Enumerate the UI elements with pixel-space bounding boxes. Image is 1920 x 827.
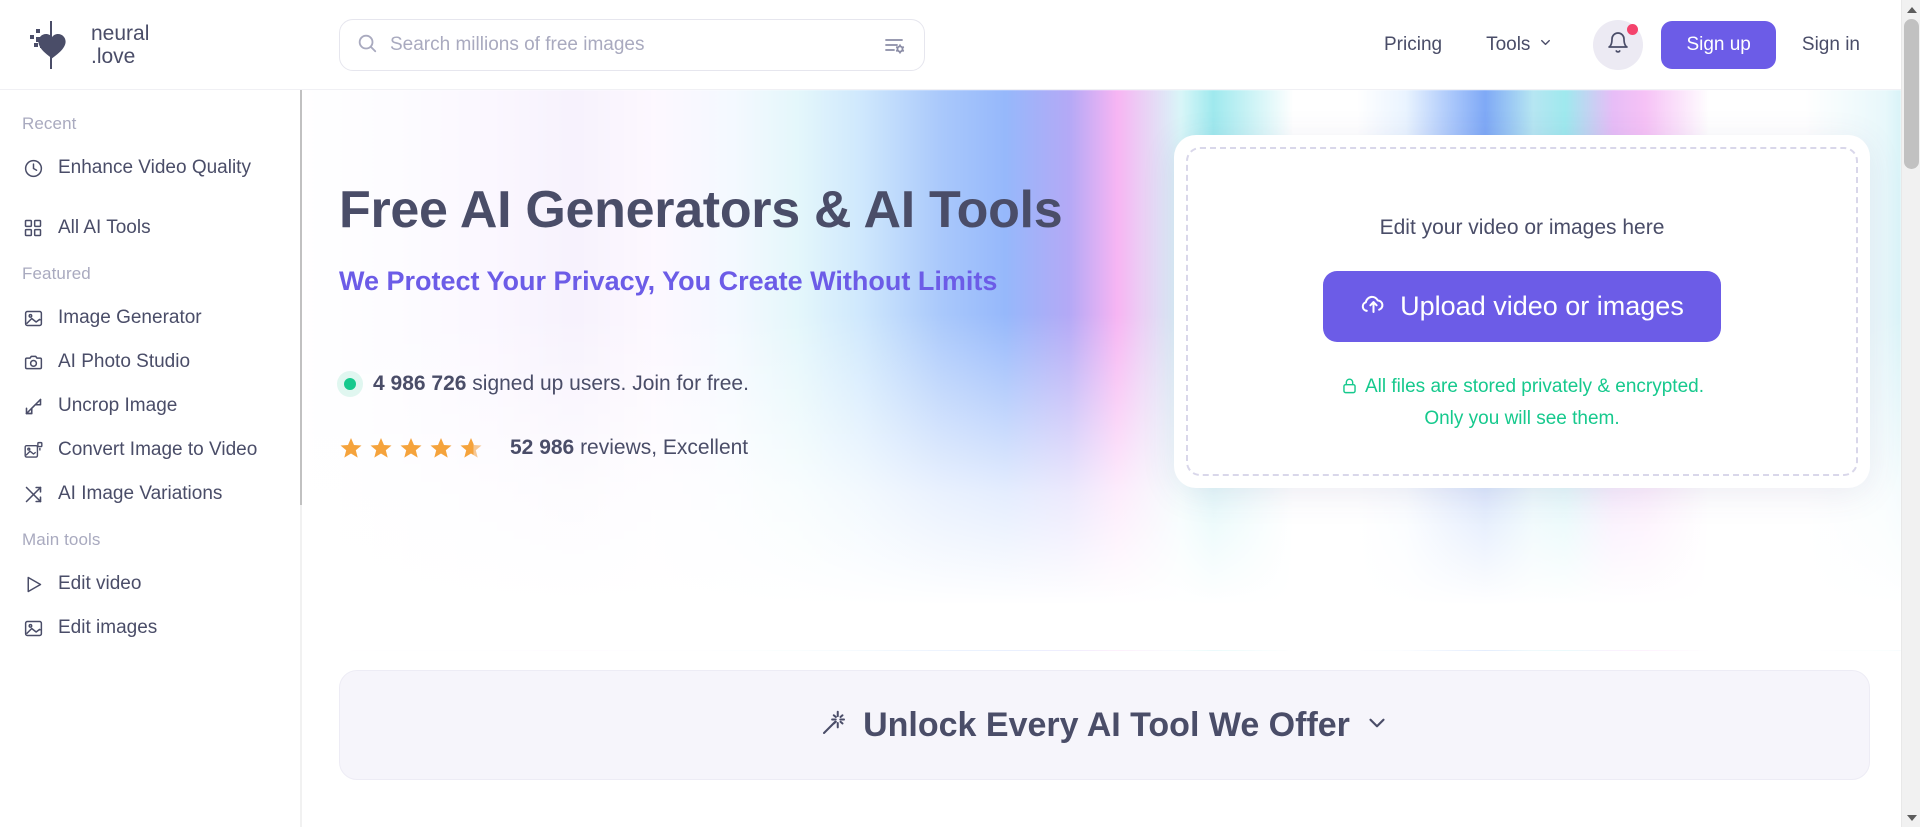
clock-icon	[22, 157, 44, 179]
sidebar-item-label: Uncrop Image	[58, 395, 178, 416]
sidebar-item-label: Convert Image to Video	[58, 439, 258, 460]
camera-icon	[22, 351, 44, 373]
search-icon	[356, 32, 378, 59]
page-scrollbar[interactable]	[1901, 0, 1920, 827]
sidebar-item-ai-image-variations[interactable]: AI Image Variations	[0, 472, 300, 516]
sidebar-group-label-recent: Recent	[22, 114, 77, 133]
top-header: neural .love Search millions of free ima…	[0, 0, 1901, 90]
pixel-heart-icon	[24, 17, 80, 73]
upload-dropzone[interactable]: Edit your video or images here Upload vi…	[1186, 147, 1858, 476]
upload-card: Edit your video or images here Upload vi…	[1174, 135, 1870, 488]
brand-name-line2: .love	[91, 44, 136, 68]
sidebar-item-label: AI Photo Studio	[58, 351, 191, 372]
scroll-up-arrow-icon[interactable]	[1902, 0, 1920, 19]
reviews-suffix: reviews, Excellent	[574, 436, 749, 459]
sidebar-item-edit-video[interactable]: Edit video	[0, 562, 300, 606]
sidebar-item-label: Enhance Video Quality	[58, 157, 251, 178]
upload-button-label: Upload video or images	[1400, 291, 1684, 321]
sidebar-item-enhance-video-quality[interactable]: Enhance Video Quality	[0, 146, 300, 190]
search-bar[interactable]	[339, 19, 925, 71]
upload-button[interactable]: Upload video or images	[1323, 271, 1721, 342]
image-icon	[22, 307, 44, 329]
brand-logo[interactable]: neural .love	[24, 17, 149, 73]
privacy-line-1: All files are stored privately & encrypt…	[1365, 376, 1704, 397]
hero-section: Free AI Generators & AI Tools We Protect…	[302, 90, 1901, 650]
sidebar-item-image-generator[interactable]: Image Generator	[0, 296, 300, 340]
star-icon	[429, 436, 453, 460]
star-icon	[369, 436, 393, 460]
header-nav: Pricing Tools Sign up Sign in	[1362, 0, 1882, 90]
sidebar-item-edit-images[interactable]: Edit images	[0, 606, 300, 650]
privacy-note: All files are stored privately & encrypt…	[1340, 372, 1704, 433]
expand-arrows-icon	[22, 395, 44, 417]
sidebar-item-convert-image-to-video[interactable]: Convert Image to Video	[0, 428, 300, 472]
page-scrollbar-thumb[interactable]	[1904, 19, 1919, 169]
reviews-count: 52 986	[510, 436, 575, 459]
star-icon	[399, 436, 423, 460]
sidebar-content: Recent Enhance Video Quality All AI Tool…	[0, 90, 300, 650]
nav-tools-label: Tools	[1486, 34, 1531, 55]
privacy-line-2: Only you will see them.	[1424, 408, 1620, 429]
sidebar-item-label: All AI Tools	[58, 217, 151, 238]
chevron-down-icon	[1538, 34, 1553, 56]
chevron-down-icon[interactable]	[1364, 710, 1390, 741]
sidebar-item-label: AI Image Variations	[58, 483, 223, 504]
sign-up-button[interactable]: Sign up	[1661, 21, 1776, 69]
shuffle-icon	[22, 483, 44, 505]
play-triangle-icon	[22, 573, 44, 595]
sidebar-item-ai-photo-studio[interactable]: AI Photo Studio	[0, 340, 300, 384]
page-title: Free AI Generators & AI Tools	[339, 181, 1063, 239]
cloud-upload-icon	[1360, 290, 1387, 324]
page-viewport: neural .love Search millions of free ima…	[0, 0, 1920, 827]
nav-pricing[interactable]: Pricing	[1362, 34, 1464, 56]
image-to-video-icon	[22, 439, 44, 461]
sidebar-group-label-featured: Featured	[22, 264, 91, 283]
lock-icon	[1340, 375, 1359, 404]
grid-icon	[22, 217, 44, 239]
sign-in-link[interactable]: Sign in	[1776, 34, 1882, 56]
sidebar-group-label-main-tools: Main tools	[22, 530, 101, 549]
notification-badge-dot	[1627, 24, 1639, 35]
unlock-tools-banner[interactable]: Unlock Every AI Tool We Offer	[339, 670, 1870, 780]
sidebar-item-all-ai-tools[interactable]: All AI Tools	[0, 206, 300, 250]
signed-up-count: 4 986 726	[373, 372, 467, 395]
scroll-down-arrow-icon[interactable]	[1902, 808, 1920, 827]
sidebar-item-label: Edit images	[58, 617, 158, 638]
nav-tools[interactable]: Tools	[1464, 34, 1575, 56]
main-content: Free AI Generators & AI Tools We Protect…	[302, 90, 1901, 827]
brand-name: neural .love	[91, 22, 149, 68]
search-input[interactable]	[390, 34, 868, 56]
star-rating	[339, 436, 483, 460]
upload-hint-text: Edit your video or images here	[1379, 216, 1665, 239]
sidebar-item-label: Image Generator	[58, 307, 202, 328]
sidebar: Recent Enhance Video Quality All AI Tool…	[0, 90, 300, 827]
banner-title: Unlock Every AI Tool We Offer	[863, 705, 1350, 744]
signed-up-users-stat: 4 986 726 signed up users. Join for free…	[339, 372, 749, 396]
bell-icon	[1606, 31, 1630, 60]
image-icon	[22, 617, 44, 639]
star-icon	[339, 436, 363, 460]
signed-up-suffix: signed up users. Join for free.	[466, 372, 749, 395]
reviews-stat: 52 986 reviews, Excellent	[339, 436, 748, 460]
star-icon-half	[459, 436, 483, 460]
brand-name-line1: neural	[91, 21, 150, 45]
notifications-button[interactable]	[1593, 20, 1644, 70]
magic-wand-icon	[819, 708, 849, 743]
hero-subtitle: We Protect Your Privacy, You Create With…	[339, 266, 998, 296]
filter-settings-icon[interactable]	[880, 31, 908, 59]
sidebar-item-uncrop-image[interactable]: Uncrop Image	[0, 384, 300, 428]
status-dot-icon	[339, 373, 361, 395]
sidebar-item-label: Edit video	[58, 573, 142, 594]
nav-pricing-label: Pricing	[1384, 34, 1443, 55]
